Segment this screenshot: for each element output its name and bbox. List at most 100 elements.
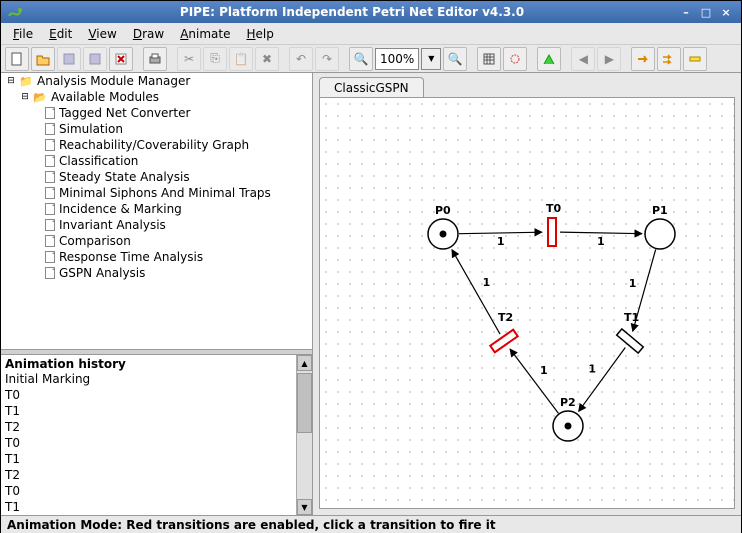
history-list: Animation historyInitial MarkingT0T1T2T0… [1,355,296,515]
transition-label: T2 [498,311,513,324]
delete-button[interactable]: ✖ [255,47,279,71]
history-row[interactable]: T1 [5,451,292,467]
module-label: Minimal Siphons And Minimal Traps [59,186,271,200]
transition-t2[interactable] [490,330,518,353]
save-button[interactable] [57,47,81,71]
random-button[interactable] [631,47,655,71]
history-row[interactable]: Initial Marking [5,371,292,387]
arc[interactable] [452,250,500,334]
random-multi-button[interactable] [657,47,681,71]
tree-module-item[interactable]: Minimal Siphons And Minimal Traps [1,185,312,201]
tree-module-item[interactable]: Incidence & Marking [1,201,312,217]
tree-module-item[interactable]: Tagged Net Converter [1,105,312,121]
menubar: File Edit View Draw Animate Help [1,23,741,45]
menu-view[interactable]: View [80,25,124,43]
tree-module-item[interactable]: Classification [1,153,312,169]
folder-icon [19,74,33,88]
paste-button[interactable]: 📋 [229,47,253,71]
file-icon [45,107,55,119]
step-fwd-button[interactable]: ▶ [597,47,621,71]
tree-module-item[interactable]: Invariant Analysis [1,217,312,233]
open-button[interactable] [31,47,55,71]
module-label: Reachability/Coverability Graph [59,138,249,152]
arc-weight: 1 [588,362,596,375]
redo-button[interactable]: ↷ [315,47,339,71]
module-label: Tagged Net Converter [59,106,190,120]
statusbar: Animation Mode: Red transitions are enab… [1,515,741,533]
tree-module-item[interactable]: GSPN Analysis [1,265,312,281]
tree-module-item[interactable]: Comparison [1,233,312,249]
module-tree: ⊟Analysis Module Manager⊟Available Modul… [1,73,312,349]
close-button[interactable]: × [717,4,735,20]
menu-file[interactable]: File [5,25,41,43]
left-panel: ⊟Analysis Module Manager⊟Available Modul… [1,73,313,515]
zoom-dropdown[interactable]: ▼ [421,48,441,70]
menu-edit[interactable]: Edit [41,25,80,43]
history-row[interactable]: T2 [5,467,292,483]
zoom-level[interactable]: 100% [375,48,419,70]
history-row[interactable]: T0 [5,435,292,451]
copy-button[interactable]: ⎘ [203,47,227,71]
close-tab-button[interactable] [109,47,133,71]
scroll-up-button[interactable]: ▲ [297,355,312,371]
cycle-button[interactable] [503,47,527,71]
transition-t1[interactable] [617,329,644,353]
module-label: GSPN Analysis [59,266,145,280]
maximize-button[interactable]: □ [697,4,715,20]
petri-net-svg: 111111P0P1P2T0T1T2 [320,98,734,508]
animate-button[interactable] [537,47,561,71]
minimize-button[interactable]: – [677,4,695,20]
history-scrollbar[interactable]: ▲ ▼ [296,355,312,515]
menu-help[interactable]: Help [238,25,281,43]
main-area: ⊟Analysis Module Manager⊟Available Modul… [1,73,741,515]
tree-module-item[interactable]: Steady State Analysis [1,169,312,185]
history-row[interactable]: T0 [5,387,292,403]
place-p1[interactable] [645,219,675,249]
grid-button[interactable] [477,47,501,71]
tree-module-item[interactable]: Reachability/Coverability Graph [1,137,312,153]
history-row[interactable]: T1 [5,403,292,419]
collapse-icon[interactable]: ⊟ [19,91,31,103]
tree-available[interactable]: ⊟Available Modules [1,89,312,105]
tab-bar: ClassicGSPN [313,73,741,97]
transition-t0[interactable] [548,218,556,246]
history-row[interactable]: T2 [5,419,292,435]
print-button[interactable] [143,47,167,71]
step-back-button[interactable]: ◀ [571,47,595,71]
menu-draw[interactable]: Draw [125,25,172,43]
tree-module-item[interactable]: Simulation [1,121,312,137]
file-icon [45,251,55,263]
transition-label: T0 [546,202,562,215]
tree-root[interactable]: ⊟Analysis Module Manager [1,73,312,89]
zoom-out-button[interactable]: 🔍 [349,47,373,71]
status-text: Animation Mode: Red transitions are enab… [7,518,496,532]
canvas[interactable]: 111111P0P1P2T0T1T2 [319,97,735,509]
fire-button[interactable] [683,47,707,71]
canvas-area: ClassicGSPN 111111P0P1P2T0T1T2 [313,73,741,515]
history-row[interactable]: T0 [5,483,292,499]
file-icon [45,203,55,215]
file-icon [45,123,55,135]
module-label: Incidence & Marking [59,202,182,216]
arc[interactable] [459,232,542,234]
history-title: Animation history [5,357,292,371]
arc-weight: 1 [540,364,548,377]
collapse-icon[interactable]: ⊟ [5,75,17,87]
arc[interactable] [510,349,558,413]
tab-classicgspn[interactable]: ClassicGSPN [319,77,424,98]
scroll-down-button[interactable]: ▼ [297,499,312,515]
undo-button[interactable]: ↶ [289,47,313,71]
scroll-thumb[interactable] [297,373,312,433]
arc[interactable] [560,232,642,234]
tree-module-item[interactable]: Response Time Analysis [1,249,312,265]
cut-button[interactable]: ✂ [177,47,201,71]
module-label: Invariant Analysis [59,218,166,232]
place-label: P2 [560,396,576,409]
menu-animate[interactable]: Animate [172,25,238,43]
history-row[interactable]: T1 [5,499,292,515]
new-button[interactable] [5,47,29,71]
place-label: P0 [435,204,451,217]
zoom-in-button[interactable]: 🔍 [443,47,467,71]
arc[interactable] [579,347,626,411]
saveas-button[interactable] [83,47,107,71]
